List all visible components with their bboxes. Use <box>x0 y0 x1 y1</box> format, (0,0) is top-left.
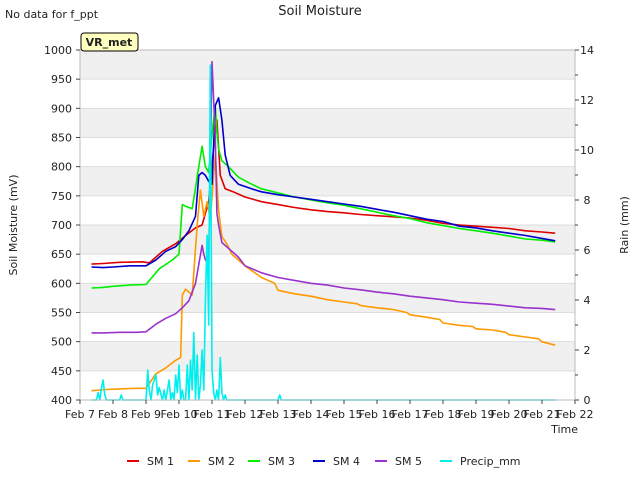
grid-band <box>80 341 575 371</box>
x-tick-label: Feb 11 <box>194 408 231 421</box>
x-tick-label: Feb 10 <box>161 408 198 421</box>
legend-label: Precip_mm <box>460 455 521 468</box>
left-tick-label: 550 <box>51 307 72 320</box>
left-tick-label: 950 <box>51 73 72 86</box>
x-tick-label: Feb 20 <box>491 408 528 421</box>
right-tick-label: 12 <box>580 94 594 107</box>
legend: SM 1 SM 2 SM 3 SM 4 SM 5 Precip_mm <box>127 455 521 468</box>
grid-band <box>80 108 575 138</box>
grid-band <box>80 283 575 313</box>
left-tick-label: 650 <box>51 248 72 261</box>
grid-band <box>80 137 575 167</box>
legend-label: SM 2 <box>208 455 235 468</box>
left-tick-label: 850 <box>51 132 72 145</box>
legend-label: SM 5 <box>395 455 422 468</box>
legend-label: SM 4 <box>333 455 360 468</box>
left-tick-label: 800 <box>51 161 72 174</box>
grid-bands <box>80 50 575 401</box>
right-tick-label: 10 <box>580 144 594 157</box>
right-tick-label: 14 <box>580 44 594 57</box>
x-tick-label: Feb 22 <box>557 408 594 421</box>
left-tick-label: 900 <box>51 102 72 115</box>
x-tick-label: Feb 17 <box>392 408 429 421</box>
x-tick-label: Feb 7 <box>65 408 95 421</box>
x-tick-label: Feb 19 <box>458 408 495 421</box>
left-tick-label: 700 <box>51 219 72 232</box>
y-axis-label-right: Rain (mm) <box>618 196 631 254</box>
x-tick-label: Feb 21 <box>524 408 561 421</box>
left-tick-label: 1000 <box>44 44 72 57</box>
left-tick-label: 450 <box>51 365 72 378</box>
right-tick-label: 8 <box>584 194 591 207</box>
badge-label: VR_met <box>86 36 133 49</box>
left-tick-label: 400 <box>51 394 72 407</box>
x-tick-label: Feb 15 <box>326 408 363 421</box>
grid-band <box>80 225 575 255</box>
y-axis-label-left: Soil Moisture (mV) <box>7 175 20 276</box>
right-tick-label: 6 <box>584 244 591 257</box>
left-tick-label: 600 <box>51 277 72 290</box>
x-tick-label: Feb 8 <box>98 408 128 421</box>
x-tick-label: Feb 14 <box>293 408 330 421</box>
x-axis-label: Time <box>550 423 578 436</box>
x-tick-label: Feb 13 <box>260 408 297 421</box>
grid-band <box>80 195 575 225</box>
x-tick-label: Feb 12 <box>227 408 264 421</box>
x-tick-label: Feb 16 <box>359 408 396 421</box>
chart-title: Soil Moisture <box>278 4 362 19</box>
grid-band <box>80 79 575 109</box>
right-axis-ticks: 0 2 4 6 8 10 12 14 <box>575 44 594 407</box>
right-tick-label: 2 <box>584 344 591 357</box>
no-data-note: No data for f_ppt <box>5 8 99 21</box>
grid-band <box>80 312 575 342</box>
x-tick-label: Feb 9 <box>131 408 161 421</box>
x-tick-label: Feb 18 <box>425 408 462 421</box>
left-axis-ticks: 400 450 500 550 600 650 700 750 800 850 900 950 1000 <box>44 44 80 407</box>
grid-band <box>80 50 575 80</box>
left-tick-label: 500 <box>51 336 72 349</box>
left-tick-label: 750 <box>51 190 72 203</box>
soil-moisture-chart: 4004505005506006507007508008509009501000… <box>5 4 631 468</box>
legend-label: SM 3 <box>268 455 295 468</box>
right-tick-label: 0 <box>584 394 591 407</box>
x-axis-ticks: Feb 7 Feb 8 Feb 9 Feb 10Feb 11Feb 12Feb 13F… <box>65 400 593 421</box>
right-tick-label: 4 <box>584 294 591 307</box>
grid-band <box>80 166 575 196</box>
legend-label: SM 1 <box>147 455 174 468</box>
